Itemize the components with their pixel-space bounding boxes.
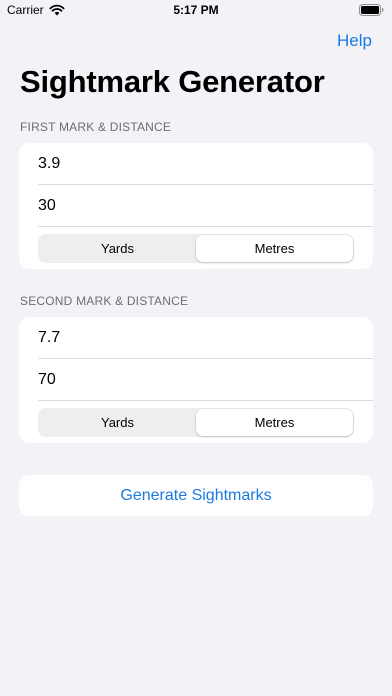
generate-sightmarks-button[interactable]: Generate Sightmarks bbox=[19, 475, 373, 516]
second-unit-metres-segment[interactable]: Metres bbox=[196, 408, 353, 436]
first-unit-segmented-control: Yards Metres bbox=[38, 233, 354, 263]
first-unit-row: Yards Metres bbox=[19, 227, 373, 269]
second-mark-row bbox=[38, 317, 373, 359]
help-button[interactable]: Help bbox=[337, 31, 372, 51]
first-mark-card: Yards Metres bbox=[19, 143, 373, 269]
second-mark-field[interactable] bbox=[38, 328, 338, 347]
status-bar: Carrier 5:17 PM bbox=[0, 0, 392, 22]
first-distance-row bbox=[38, 185, 373, 227]
second-unit-segmented-control: Yards Metres bbox=[38, 407, 354, 437]
first-distance-field[interactable] bbox=[38, 196, 338, 215]
second-unit-row: Yards Metres bbox=[19, 401, 373, 443]
second-distance-field[interactable] bbox=[38, 370, 338, 389]
second-mark-card: Yards Metres bbox=[19, 317, 373, 443]
first-section-header: FIRST MARK & DISTANCE bbox=[20, 120, 172, 134]
first-mark-row bbox=[38, 143, 373, 185]
second-section-header: SECOND MARK & DISTANCE bbox=[20, 294, 189, 308]
first-mark-field[interactable] bbox=[38, 154, 338, 173]
first-unit-yards-segment[interactable]: Yards bbox=[39, 235, 196, 262]
generate-sightmarks-label: Generate Sightmarks bbox=[120, 486, 272, 504]
status-time: 5:17 PM bbox=[173, 3, 219, 17]
second-unit-yards-segment[interactable]: Yards bbox=[39, 409, 196, 436]
page-title: Sightmark Generator bbox=[20, 64, 325, 99]
second-distance-row bbox=[38, 359, 373, 401]
first-unit-metres-segment[interactable]: Metres bbox=[196, 234, 353, 262]
battery-icon bbox=[359, 4, 384, 16]
